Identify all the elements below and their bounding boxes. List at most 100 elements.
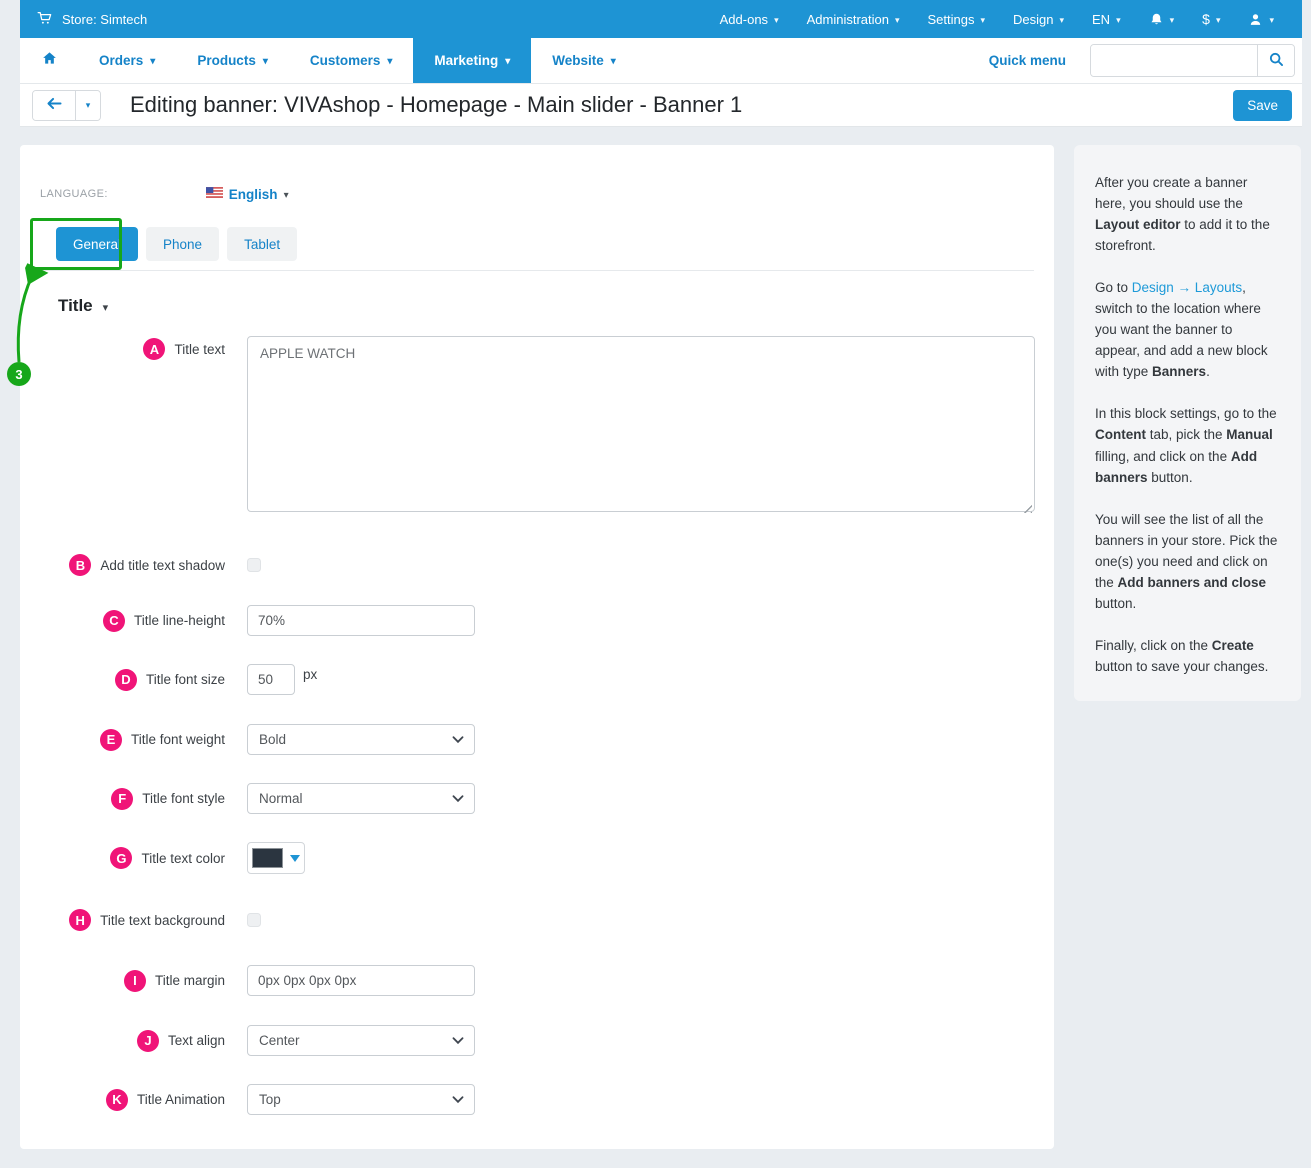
nav-home[interactable] <box>20 38 78 83</box>
annotation-badge-b: B <box>69 554 91 576</box>
form-row-title-text-background: H Title text background <box>40 909 1034 931</box>
add-title-text-shadow-label: Add title text shadow <box>100 558 225 573</box>
chevron-down-icon <box>452 1096 464 1104</box>
help-paragraph: You will see the list of all the banners… <box>1095 509 1280 614</box>
help-text: Content <box>1095 427 1146 442</box>
nav-marketing[interactable]: Marketing▾ <box>413 38 531 83</box>
page-title: Editing banner: VIVAshop - Homepage - Ma… <box>130 92 742 118</box>
language-selector[interactable]: English ▾ <box>206 185 289 203</box>
help-text: Add banners and close <box>1118 575 1267 590</box>
nav-products[interactable]: Products▾ <box>176 38 289 83</box>
back-button[interactable] <box>33 91 75 120</box>
back-dropdown-button[interactable]: ▾ <box>75 91 100 120</box>
form-row-add-title-text-shadow: B Add title text shadow <box>40 554 1034 576</box>
title-font-weight-select[interactable]: Bold <box>247 724 475 755</box>
tab-tablet[interactable]: Tablet <box>227 227 297 261</box>
currency-menu[interactable]: $ ▾ <box>1188 0 1234 38</box>
field-label-wrap: C Title line-height <box>40 610 225 632</box>
chevron-down-icon: ▾ <box>980 15 985 26</box>
collapse-caret-icon[interactable]: ▾ <box>103 301 109 314</box>
topbar-menu-administration[interactable]: Administration▾ <box>793 0 914 38</box>
add-title-text-shadow-checkbox[interactable] <box>247 558 261 572</box>
help-text: After you create a banner here, you shou… <box>1095 175 1247 211</box>
title-animation-select[interactable]: Top <box>247 1084 475 1115</box>
topbar-menu-label: Design <box>1013 12 1053 27</box>
title-margin-input[interactable] <box>247 965 475 996</box>
store-selector[interactable]: Store: Simtech <box>20 10 147 29</box>
dropdown-caret-icon <box>290 855 300 862</box>
quick-menu-link[interactable]: Quick menu <box>989 53 1066 68</box>
title-line-height-control <box>247 605 475 636</box>
save-button[interactable]: Save <box>1233 90 1292 121</box>
topbar-menu-settings[interactable]: Settings▾ <box>914 0 1000 38</box>
title-text-background-checkbox[interactable] <box>247 913 261 927</box>
field-label-wrap: FTitle font style <box>40 788 225 810</box>
form-row-title-animation: KTitle AnimationTop <box>40 1084 1034 1115</box>
search-button[interactable] <box>1257 45 1294 76</box>
help-text: tab, pick the <box>1146 427 1226 442</box>
title-text-color-control <box>247 842 305 874</box>
tab-general[interactable]: General <box>56 227 138 261</box>
form-row-title-line-height: C Title line-height <box>40 605 1034 636</box>
user-icon <box>1248 12 1263 27</box>
chevron-down-icon: ▾ <box>387 56 392 67</box>
home-icon <box>41 50 58 71</box>
annotation-badge-c: C <box>103 610 125 632</box>
annotation-badge-h: H <box>69 909 91 931</box>
title-font-size-input[interactable] <box>247 664 295 695</box>
nav-item-label: Products <box>197 53 256 68</box>
annotation-badge-a: A <box>143 338 165 360</box>
topbar-menu-label: Add-ons <box>720 12 768 27</box>
form-row-title-margin: ITitle margin <box>40 965 1034 996</box>
chevron-down-icon: ▾ <box>895 15 900 26</box>
chevron-down-icon: ▾ <box>150 56 155 67</box>
us-flag-icon <box>206 185 223 203</box>
help-paragraph: After you create a banner here, you shou… <box>1095 172 1280 256</box>
chevron-down-icon <box>452 736 464 744</box>
main-navbar: Orders▾Products▾Customers▾Marketing▾Webs… <box>20 38 1302 84</box>
admin-page: Store: Simtech Add-ons▾Administration▾Se… <box>0 0 1311 1168</box>
chevron-down-icon: ▾ <box>1116 15 1121 26</box>
topbar-menu-en[interactable]: EN▾ <box>1078 0 1135 38</box>
dollar-icon: $ <box>1202 11 1210 27</box>
title-text-background-label: Title text background <box>100 913 225 928</box>
title-text-textarea[interactable] <box>247 336 1035 512</box>
title-line-height-input[interactable] <box>247 605 475 636</box>
title-font-weight-control: Bold <box>247 724 475 755</box>
field-label-wrap: ITitle margin <box>40 970 225 992</box>
annotation-badge-k: K <box>106 1089 128 1111</box>
help-text: . <box>1206 364 1210 379</box>
cart-icon <box>36 10 53 29</box>
notifications-menu[interactable]: ▾ <box>1135 0 1189 38</box>
help-text: button to save your changes. <box>1095 659 1268 674</box>
title-font-weight-selected-value: Bold <box>248 732 286 747</box>
title-text-color-picker-button[interactable] <box>247 842 305 874</box>
nav-customers[interactable]: Customers▾ <box>289 38 414 83</box>
field-label-wrap: DTitle font size <box>40 669 225 691</box>
account-menu[interactable]: ▾ <box>1234 0 1288 38</box>
help-paragraph: Go to Design → Layouts, switch to the lo… <box>1095 277 1280 382</box>
chevron-down-icon <box>452 1037 464 1045</box>
nav-website[interactable]: Website▾ <box>531 38 637 83</box>
chevron-down-icon: ▾ <box>611 56 616 67</box>
chevron-down-icon: ▾ <box>774 15 779 26</box>
help-text: button. <box>1148 470 1193 485</box>
chevron-down-icon: ▾ <box>1170 15 1175 26</box>
topbar-menu-design[interactable]: Design▾ <box>999 0 1078 38</box>
search-input[interactable] <box>1091 45 1257 76</box>
topbar-menu-add-ons[interactable]: Add-ons ▾ <box>706 0 793 38</box>
title-font-style-select[interactable]: Normal <box>247 783 475 814</box>
tab-phone[interactable]: Phone <box>146 227 219 261</box>
title-font-style-control: Normal <box>247 783 475 814</box>
annotation-badge-e: E <box>100 729 122 751</box>
field-label-wrap: JText align <box>40 1030 225 1052</box>
title-font-style-selected-value: Normal <box>248 791 303 806</box>
text-align-select[interactable]: Center <box>247 1025 475 1056</box>
help-link[interactable]: Design → Layouts <box>1132 280 1242 295</box>
annotation-badge-g: G <box>110 847 132 869</box>
nav-item-label: Orders <box>99 53 143 68</box>
annotation-badge-j: J <box>137 1030 159 1052</box>
form-row-text-align: JText align Center <box>40 1025 1034 1056</box>
title-line-height-label: Title line-height <box>134 613 225 628</box>
nav-orders[interactable]: Orders ▾ <box>78 38 176 83</box>
